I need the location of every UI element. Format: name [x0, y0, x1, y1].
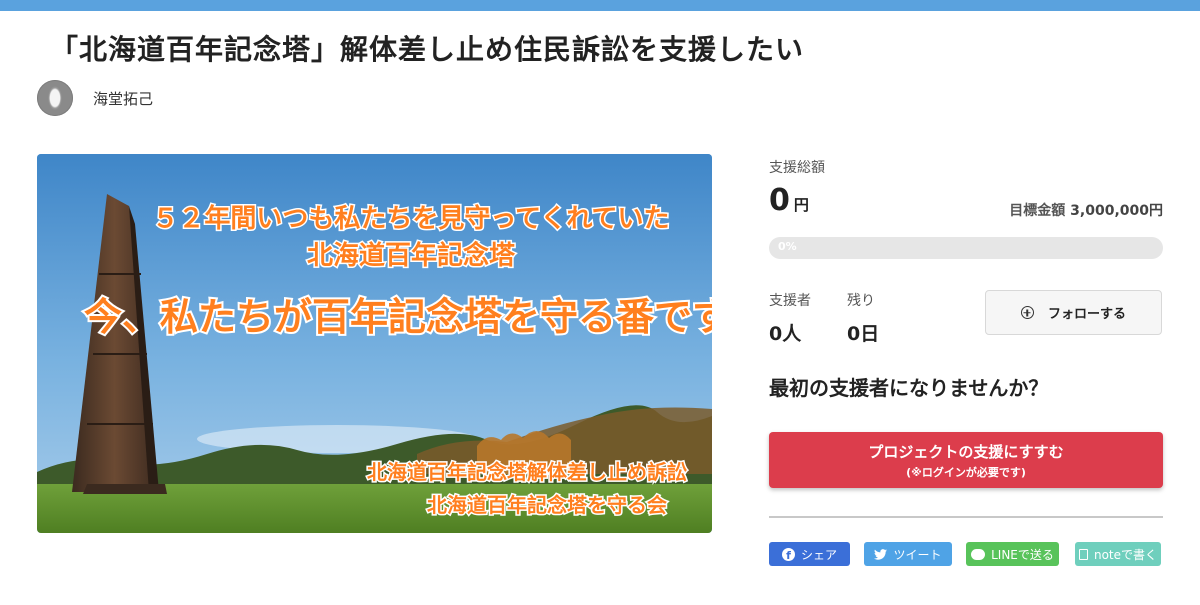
- first-supporter-prompt: 最初の支援者になりませんか？: [769, 376, 1049, 400]
- line-share-button[interactable]: LINEで送る: [966, 542, 1059, 566]
- project-hero-image: ５２年間いつも私たちを見守ってくれていた 北海道百年記念塔 今、私たちが百年記念…: [37, 154, 712, 533]
- remaining-value: 0日: [847, 323, 880, 345]
- support-button-label: プロジェクトの支援にすすむ: [868, 443, 1064, 461]
- divider: [769, 516, 1163, 518]
- supporters-stat: 支援者 0人: [769, 290, 811, 346]
- note-share-button[interactable]: noteで書く: [1075, 542, 1161, 566]
- goal-value: 3,000,000円: [1070, 203, 1163, 219]
- hero-caption-3: 今、私たちが百年記念塔を守る番です: [84, 295, 712, 339]
- facebook-share-button[interactable]: f シェア: [769, 542, 850, 566]
- twitter-bird-icon: [874, 548, 888, 560]
- total-amount: 0 円: [769, 183, 809, 218]
- support-button-note: (※ログインが必要です): [906, 466, 1026, 479]
- top-accent-bar: [0, 0, 1200, 11]
- supporters-value: 0人: [769, 323, 802, 345]
- facebook-share-label: シェア: [800, 547, 837, 562]
- total-amount-label: 支援総額: [769, 160, 825, 176]
- hero-caption-4: 北海道百年記念塔解体差し止め訴訟: [367, 460, 687, 484]
- total-amount-unit: 円: [793, 196, 809, 214]
- total-amount-value: 0: [769, 183, 790, 218]
- note-icon: [1078, 548, 1088, 560]
- support-project-button[interactable]: プロジェクトの支援にすすむ (※ログインが必要です): [769, 432, 1163, 488]
- hero-caption-1: ５２年間いつも私たちを見守ってくれていた: [152, 203, 669, 234]
- funding-progress-bar: 0%: [769, 237, 1163, 259]
- remaining-stat: 残り 0日: [847, 290, 879, 346]
- project-title: 「北海道百年記念塔」解体差し止め住民訴訟を支援したい: [50, 33, 805, 66]
- line-icon: [971, 548, 986, 560]
- goal-amount: 目標金額 3,000,000円: [1009, 200, 1163, 220]
- follow-label: フォローする: [1047, 307, 1126, 322]
- goal-label: 目標金額: [1009, 203, 1066, 219]
- supporters-label: 支援者: [769, 293, 811, 309]
- owner-name[interactable]: 海堂拓己: [93, 88, 153, 109]
- twitter-share-button[interactable]: ツイート: [864, 542, 952, 566]
- owner-avatar[interactable]: [37, 80, 73, 116]
- line-share-label: LINEで送る: [991, 547, 1054, 562]
- remaining-label: 残り: [847, 293, 875, 309]
- plus-circle-icon: [1020, 306, 1034, 319]
- hero-caption-5: 北海道百年記念塔を守る会: [427, 493, 667, 517]
- note-share-label: noteで書く: [1093, 547, 1158, 562]
- project-owner[interactable]: 海堂拓己: [37, 80, 153, 116]
- hero-illustration: ５２年間いつも私たちを見守ってくれていた 北海道百年記念塔 今、私たちが百年記念…: [37, 154, 712, 533]
- twitter-share-label: ツイート: [893, 547, 942, 562]
- progress-percent: 0%: [778, 240, 797, 253]
- facebook-icon: f: [781, 547, 795, 561]
- hero-caption-2: 北海道百年記念塔: [307, 240, 516, 271]
- follow-button[interactable]: フォローする: [985, 290, 1162, 335]
